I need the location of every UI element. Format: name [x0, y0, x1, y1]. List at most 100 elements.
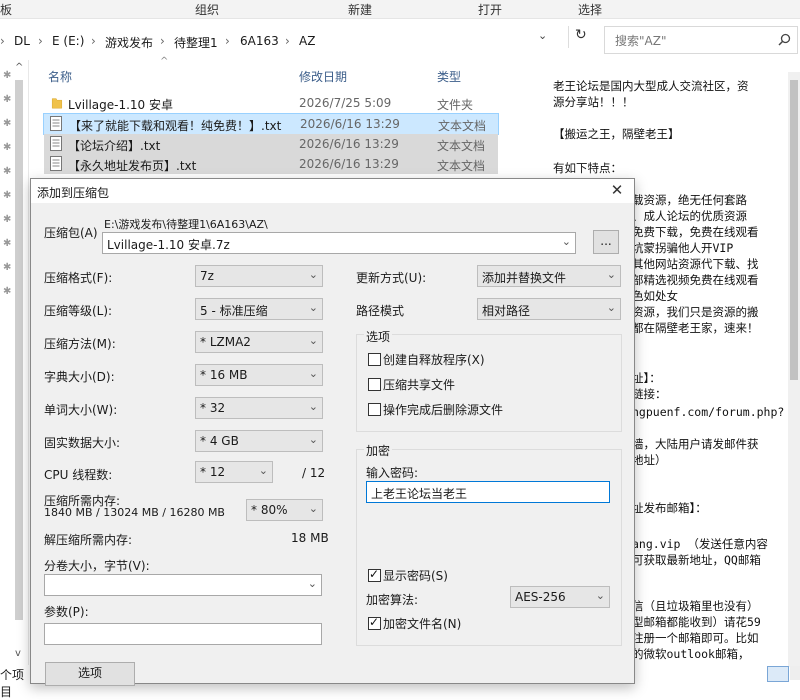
- ribbon-group-select[interactable]: 选择: [578, 1, 602, 18]
- file-row[interactable]: Lvillage-1.10 安卓 2026/7/25 5:09 文件夹: [44, 93, 498, 113]
- chevron-down-icon: ⌄: [606, 268, 616, 281]
- ribbon-group-open[interactable]: 打开: [478, 1, 502, 18]
- delete-after-checkbox[interactable]: [368, 403, 381, 416]
- ribbon-group-new[interactable]: 新建: [348, 1, 372, 18]
- nav-scrollbar-thumb[interactable]: [15, 80, 23, 620]
- preview-line: 、成人论坛的优质资源: [632, 209, 747, 223]
- breadcrumb-6a163[interactable]: 6A163: [240, 34, 279, 48]
- dictionary-label: 字典大小(D):: [44, 370, 115, 384]
- level-value: 5 - 标准压缩: [200, 304, 268, 318]
- breadcrumb-game-release[interactable]: 游戏发布: [105, 34, 153, 51]
- chevron-down-icon: ⌄: [308, 268, 318, 281]
- scroll-down-icon[interactable]: v: [15, 648, 21, 659]
- encryption-method-value: AES-256: [515, 590, 566, 604]
- delete-after-label[interactable]: 操作完成后删除源文件: [383, 401, 503, 418]
- column-header-type[interactable]: 类型: [437, 68, 461, 85]
- preview-line: 的微软outlook邮箱，: [632, 647, 750, 661]
- tiles-view-icon[interactable]: [790, 666, 800, 680]
- sort-arrow-icon: ^: [160, 56, 169, 67]
- browse-button[interactable]: ...: [593, 230, 619, 254]
- close-icon[interactable]: ✕: [608, 181, 626, 199]
- encryption-method-label: 加密算法:: [366, 593, 419, 607]
- encrypt-names-label[interactable]: 加密文件名(N): [383, 615, 461, 632]
- format-value: 7z: [200, 269, 214, 283]
- preview-line: 资源，我们只是资源的搬: [632, 305, 759, 319]
- breadcrumb-chevron-icon[interactable]: ›: [0, 34, 5, 48]
- sfx-checkbox[interactable]: [368, 353, 381, 366]
- params-label: 参数(P):: [44, 605, 89, 619]
- column-header-name[interactable]: 名称: [48, 68, 72, 85]
- method-select[interactable]: * LZMA2 ⌄: [195, 331, 323, 353]
- chevron-down-icon: ⌄: [308, 400, 318, 413]
- options-button[interactable]: 选项: [45, 662, 135, 686]
- pin-icon: ✱: [3, 166, 12, 177]
- sfx-label[interactable]: 创建自释放程序(X): [383, 351, 485, 368]
- preview-line: 免费下载，免费在线观看: [632, 225, 759, 239]
- ribbon-group-organize[interactable]: 组织: [195, 1, 219, 18]
- shared-files-label[interactable]: 压缩共享文件: [383, 376, 455, 393]
- memory-percent-select[interactable]: * 80% ⌄: [246, 499, 323, 521]
- details-view-icon[interactable]: [767, 666, 789, 682]
- split-size-combo[interactable]: ⌄: [44, 574, 322, 596]
- method-label: 压缩方法(M):: [44, 337, 116, 351]
- archive-label: 压缩包(A): [44, 226, 98, 240]
- pin-icon: ✱: [3, 70, 12, 81]
- breadcrumb-az[interactable]: AZ: [299, 34, 315, 48]
- breadcrumb-chevron-icon: ›: [91, 34, 96, 48]
- password-value: 上老王论坛当老王: [371, 487, 468, 501]
- preview-line: 其他网站资源代下载、找: [632, 257, 759, 271]
- show-password-label[interactable]: 显示密码(S): [383, 567, 448, 584]
- archive-name-combo[interactable]: Lvillage-1.10 安卓.7z ⌄: [102, 232, 576, 254]
- threads-value: * 12: [200, 465, 226, 479]
- breadcrumb-drive-e[interactable]: E (E:): [52, 34, 84, 48]
- add-to-archive-dialog: 添加到压缩包 ✕ 压缩包(A) E:\游戏发布\待整理1\6A163\AZ\ L…: [30, 178, 635, 686]
- status-bar: 个项目: [0, 662, 30, 699]
- search-icon: [778, 33, 791, 46]
- encrypt-names-checkbox[interactable]: [368, 615, 381, 630]
- file-date: 2026/6/16 13:29: [300, 117, 400, 131]
- breadcrumb-chevron-icon: ›: [225, 34, 230, 48]
- breadcrumb-to-organize[interactable]: 待整理1: [174, 34, 218, 51]
- threads-select[interactable]: * 12 ⌄: [195, 461, 273, 483]
- breadcrumb-chevron-icon: ›: [160, 34, 165, 48]
- update-mode-label: 更新方式(U):: [356, 271, 427, 285]
- file-row[interactable]: 【论坛介绍】.txt 2026/6/16 13:29 文本文档: [44, 134, 498, 154]
- password-input[interactable]: 上老王论坛当老王: [366, 481, 610, 503]
- pin-icon: ✱: [3, 238, 12, 249]
- pin-icon: ✱: [3, 142, 12, 153]
- refresh-icon[interactable]: ↻: [568, 26, 591, 48]
- show-password-checkbox[interactable]: [368, 567, 381, 582]
- params-input[interactable]: [44, 623, 322, 645]
- word-size-select[interactable]: * 32 ⌄: [195, 397, 323, 419]
- ribbon-bar: 板 组织 新建 打开 选择: [0, 0, 800, 19]
- file-row-selected[interactable]: 【来了就能下载和观看！纯免费！】.txt 2026/6/16 13:29 文本文…: [43, 113, 499, 135]
- path-mode-select[interactable]: 相对路径 ⌄: [477, 298, 621, 320]
- chevron-down-icon: ⌄: [308, 367, 318, 380]
- scroll-up-icon[interactable]: ^: [15, 62, 23, 73]
- format-select[interactable]: 7z ⌄: [195, 265, 323, 287]
- memory-percent-value: * 80%: [251, 503, 288, 517]
- encryption-method-select[interactable]: AES-256 ⌄: [510, 586, 610, 608]
- preview-line: 载资源，绝无任何套路: [632, 193, 747, 207]
- ribbon-tab-clipboard[interactable]: 板: [0, 1, 12, 18]
- preview-scrollbar-thumb[interactable]: [790, 80, 798, 380]
- address-dropdown-icon[interactable]: ⌄: [538, 29, 554, 45]
- path-mode-label: 路径模式: [356, 304, 405, 318]
- file-type: 文本文档: [438, 119, 487, 133]
- dictionary-select[interactable]: * 16 MB ⌄: [195, 364, 323, 386]
- breadcrumb-dl[interactable]: DL: [14, 34, 30, 48]
- search-input[interactable]: 搜索"AZ": [604, 26, 798, 54]
- column-header-date[interactable]: 修改日期: [299, 68, 347, 85]
- shared-files-checkbox[interactable]: [368, 378, 381, 391]
- file-type: 文本文档: [437, 159, 486, 173]
- chevron-down-icon[interactable]: ⌄: [562, 235, 571, 248]
- threads-max: / 12: [302, 466, 326, 480]
- level-select[interactable]: 5 - 标准压缩 ⌄: [195, 298, 323, 320]
- file-type: 文本文档: [437, 139, 486, 153]
- text-file-icon: [50, 136, 62, 151]
- file-row[interactable]: 【永久地址发布页】.txt 2026/6/16 13:29 文本文档: [44, 154, 498, 174]
- preview-line: ang.vip （发送任意内容: [632, 537, 768, 551]
- solid-size-select[interactable]: * 4 GB ⌄: [195, 430, 323, 452]
- solid-size-label: 固实数据大小:: [44, 436, 121, 450]
- update-mode-select[interactable]: 添加并替换文件 ⌄: [477, 265, 621, 287]
